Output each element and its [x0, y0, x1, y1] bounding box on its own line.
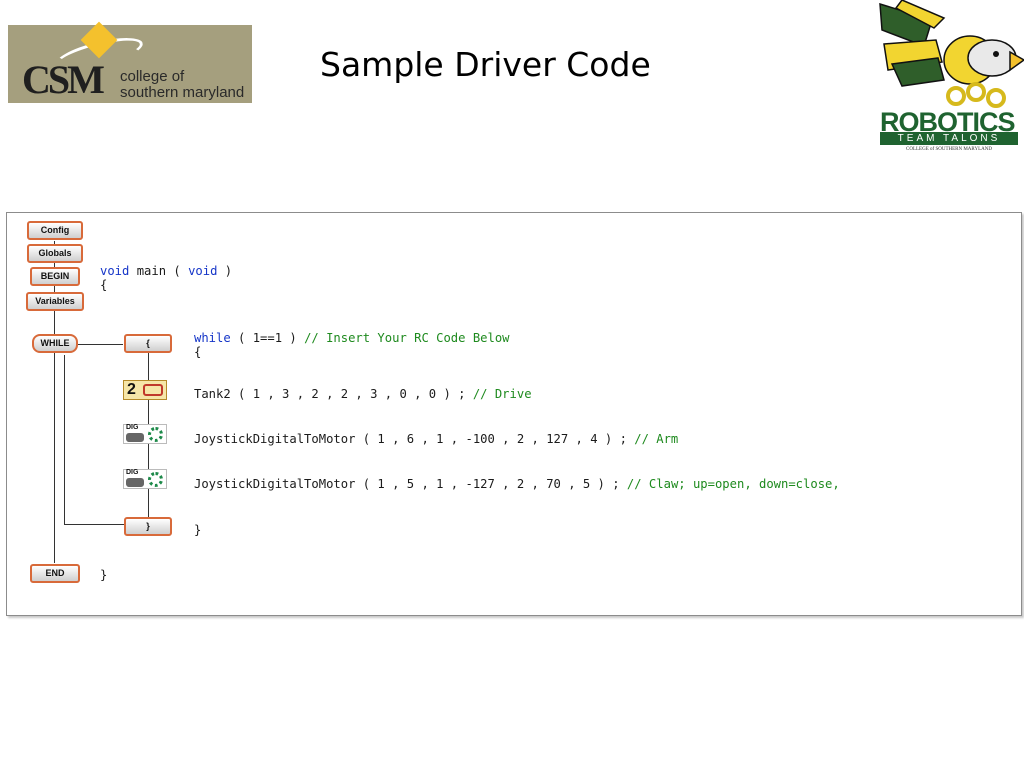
flow-connector-while-loop: [64, 355, 65, 525]
code-tank-comment: // Drive: [472, 387, 532, 401]
globals-block[interactable]: Globals: [27, 244, 83, 263]
motor-gear-icon: [148, 427, 163, 442]
gamepad-icon: [126, 433, 144, 442]
close-brace-block[interactable]: }: [124, 517, 172, 536]
code-line-main: void main ( void ): [100, 264, 232, 278]
code-main-text: main (: [129, 264, 189, 278]
code-claw-comment: // Claw; up=open, down=close,: [626, 477, 840, 491]
code-line-main-close-brace: }: [100, 568, 108, 582]
code-arm-call: JoystickDigitalToMotor ( 1 , 6 , 1 , -10…: [194, 432, 635, 446]
flow-connector-loop-return: [64, 524, 124, 525]
code-line-while-close-brace: }: [194, 523, 202, 537]
flow-connector-end: [54, 355, 55, 563]
flow-connector-while-to-brace: [73, 344, 123, 345]
joystick-claw-icon[interactable]: DIG: [123, 469, 167, 489]
tank-wheels-icon: [143, 384, 163, 396]
tank-number: 2: [127, 381, 136, 398]
tank-drive-icon[interactable]: 2: [123, 380, 167, 400]
joystick-arm-icon[interactable]: DIG: [123, 424, 167, 444]
joystick-claw-label: DIG: [126, 469, 139, 476]
code-tank-call: Tank2 ( 1 , 3 , 2 , 2 , 3 , 0 , 0 ) ;: [194, 387, 473, 401]
code-line-claw: JoystickDigitalToMotor ( 1 , 5 , 1 , -12…: [194, 477, 840, 491]
eagle-mascot-icon: [879, 0, 1024, 108]
csm-tagline-line1: college of: [120, 68, 185, 85]
robotics-team-logo: ROBOTICS TEAM TALONS COLLEGE of SOUTHERN…: [872, 0, 1024, 160]
code-line-while-open-brace: {: [194, 345, 202, 359]
code-claw-call: JoystickDigitalToMotor ( 1 , 5 , 1 , -12…: [194, 477, 627, 491]
csm-logo-tagline: college of southern maryland: [120, 69, 244, 101]
joystick-arm-label: DIG: [126, 424, 139, 431]
code-line-arm: JoystickDigitalToMotor ( 1 , 6 , 1 , -10…: [194, 432, 678, 446]
robotics-college-line: COLLEGE of SOUTHERN MARYLAND: [906, 147, 992, 152]
keyword-void-param: void: [188, 264, 218, 278]
motor-gear-icon: [148, 472, 163, 487]
csm-tagline-line2: southern maryland: [120, 84, 245, 101]
code-main-close: ): [217, 264, 233, 278]
code-arm-comment: // Arm: [634, 432, 679, 446]
config-block[interactable]: Config: [27, 221, 83, 240]
code-line-while: while ( 1==1 ) // Insert Your RC Code Be…: [194, 331, 510, 345]
code-line-tank: Tank2 ( 1 , 3 , 2 , 2 , 3 , 0 , 0 ) ; //…: [194, 387, 532, 401]
code-editor-panel: Config Globals BEGIN Variables WHILE { 2…: [6, 212, 1022, 616]
code-line-main-open-brace: {: [100, 278, 108, 292]
open-brace-block[interactable]: {: [124, 334, 172, 353]
csm-logo-letters: CSM: [22, 57, 105, 102]
keyword-void: void: [100, 264, 130, 278]
csm-logo: CSM college of southern maryland: [8, 21, 252, 103]
begin-block[interactable]: BEGIN: [30, 267, 80, 286]
while-block[interactable]: WHILE: [32, 334, 78, 353]
slide: CSM college of southern maryland Sample …: [0, 0, 1024, 768]
code-while-condition: ( 1==1 ): [230, 331, 305, 345]
variables-block[interactable]: Variables: [26, 292, 84, 311]
slide-title: Sample Driver Code: [320, 45, 651, 84]
keyword-while: while: [194, 331, 231, 345]
end-block[interactable]: END: [30, 564, 80, 583]
code-while-comment: // Insert Your RC Code Below: [304, 331, 510, 345]
team-talons-bar: TEAM TALONS: [880, 132, 1018, 145]
gamepad-icon: [126, 478, 144, 487]
